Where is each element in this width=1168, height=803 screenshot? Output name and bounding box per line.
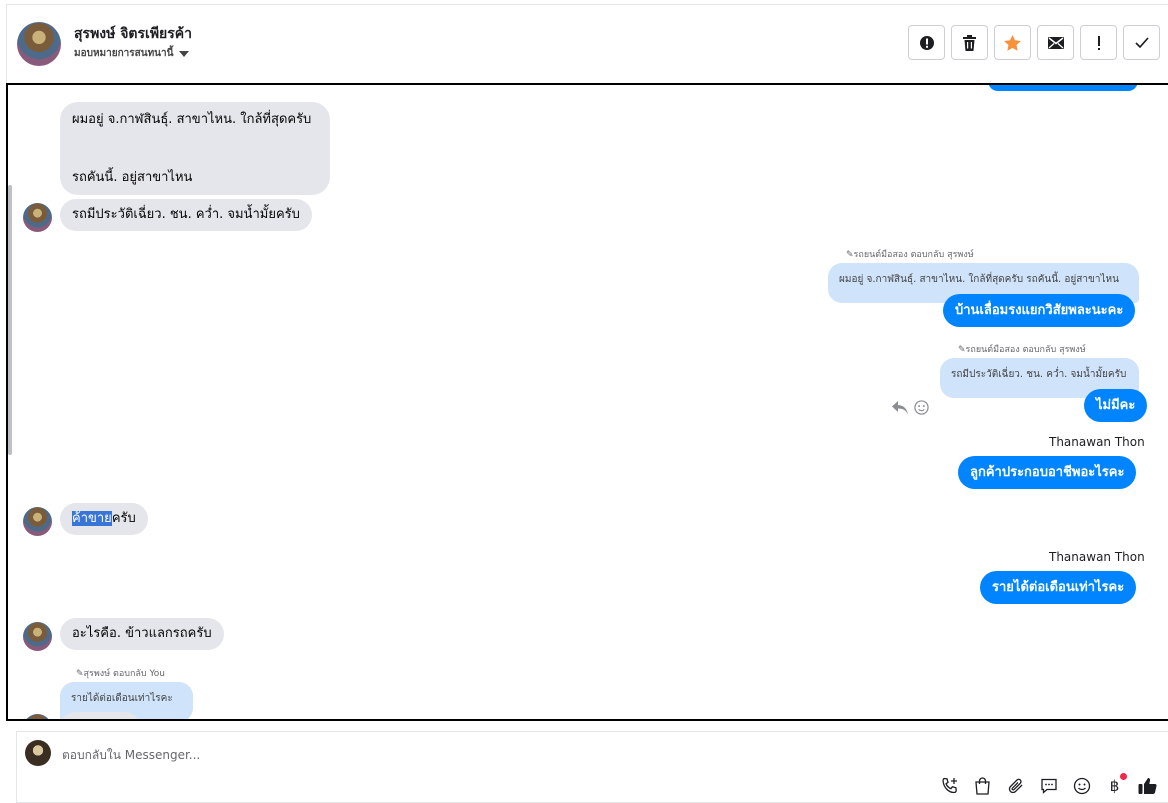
- message-text: รถคันนี้. อยู่สาขาไหน: [72, 170, 193, 185]
- conversation-toolbar: [908, 25, 1160, 60]
- contact-avatar[interactable]: [23, 507, 52, 536]
- reply-small-icon: ✎: [958, 345, 966, 355]
- reply-small-icon: ✎: [846, 250, 854, 260]
- notification-dot: [1120, 773, 1127, 780]
- chat-bubble-icon[interactable]: [1038, 775, 1059, 796]
- exclamation-icon: [1097, 35, 1100, 50]
- reply-meta: ✎รถยนต์มือสอง ตอบกลับ สุรพงษ์: [958, 345, 1086, 355]
- message-text: รถมีประวัติเฉี่ยว. ชน. คว่ำ. จมน้ำมั้ยคร…: [72, 207, 300, 222]
- contact-avatar[interactable]: [23, 203, 52, 232]
- star-button[interactable]: [994, 25, 1031, 60]
- reply-input[interactable]: ตอบกลับใน Messenger...: [62, 746, 200, 765]
- reply-meta: ✎สุรพงษ์ ตอบกลับ You: [76, 669, 166, 679]
- clipped-message-bubble[interactable]: [988, 85, 1138, 91]
- incoming-message-bubble[interactable]: รถมีประวัติเฉี่ยว. ชน. คว่ำ. จมน้ำมั้ยคร…: [60, 199, 312, 231]
- reply-small-icon: ✎: [76, 669, 84, 679]
- star-icon: [1004, 34, 1021, 51]
- envelope-icon: [1047, 36, 1064, 49]
- message-text: บ้านเลื่อมรงแยกวิสัยพละนะคะ: [955, 303, 1124, 318]
- contact-avatar[interactable]: [23, 622, 52, 651]
- check-icon: [1134, 37, 1149, 48]
- emoji-icon[interactable]: [914, 400, 929, 415]
- incoming-message-bubble[interactable]: ผมอยู่ จ.กาฬสินธุ์. สาขาไหน. ใกล้ที่สุดค…: [60, 102, 330, 195]
- incoming-message-bubble[interactable]: อะไรคือ. ข้าวแลกรถครับ: [60, 618, 224, 650]
- contact-avatar[interactable]: [23, 714, 52, 719]
- scrollbar[interactable]: [8, 185, 12, 455]
- assign-conversation-dropdown[interactable]: มอบหมายการสนทนานี้: [74, 46, 190, 61]
- incoming-message-bubble[interactable]: [60, 712, 140, 719]
- message-composer: ตอบกลับใน Messenger... ฿: [16, 731, 1168, 803]
- message-text: ลูกค้าประกอบอาชีพอะไรคะ: [970, 465, 1125, 480]
- caret-down-icon: [179, 50, 190, 57]
- inbox-app: สุรพงษ์ จิตรเพียรค้า มอบหมายการสนทนานี้: [0, 0, 1168, 803]
- report-button[interactable]: [908, 25, 945, 60]
- reply-icon[interactable]: [892, 400, 908, 415]
- selected-text: ค้าขาย: [72, 511, 112, 526]
- paperclip-icon[interactable]: [1005, 775, 1026, 796]
- message-text: อะไรคือ. ข้าวแลกรถครับ: [72, 626, 212, 641]
- alert-icon: [919, 35, 934, 50]
- message-actions: [892, 400, 929, 415]
- sender-name: Thanawan Thon: [1049, 550, 1145, 564]
- assign-label: มอบหมายการสนทนานี้: [74, 48, 174, 59]
- conversation-header: สุรพงษ์ จิตรเพียรค้า มอบหมายการสนทนานี้: [6, 4, 1168, 84]
- message-text: ไม่มีคะ: [1096, 398, 1136, 413]
- outgoing-message-bubble[interactable]: รายได้ต่อเดือนเท่าไรคะ: [980, 571, 1137, 604]
- message-text: ผมอยู่ จ.กาฬสินธุ์. สาขาไหน. ใกล้ที่สุดค…: [72, 112, 312, 127]
- call-add-icon[interactable]: [939, 775, 960, 796]
- outgoing-message-bubble[interactable]: ลูกค้าประกอบอาชีพอะไรคะ: [958, 456, 1137, 489]
- message-text: ครับ: [111, 511, 136, 526]
- outgoing-message-bubble[interactable]: บ้านเลื่อมรงแยกวิสัยพละนะคะ: [943, 294, 1136, 327]
- spam-button[interactable]: [1080, 25, 1117, 60]
- thumbs-up-icon[interactable]: [1137, 775, 1158, 796]
- outgoing-message-bubble[interactable]: ไม่มีคะ: [1084, 389, 1148, 422]
- baht-icon[interactable]: ฿: [1104, 773, 1127, 796]
- shopping-bag-icon[interactable]: [972, 775, 993, 796]
- message-text: รายได้ต่อเดือนเท่าไรคะ: [992, 580, 1125, 595]
- contact-name[interactable]: สุรพงษ์ จิตรเพียรค้า: [74, 23, 192, 45]
- reply-meta: ✎รถยนต์มือสอง ตอบกลับ สุรพงษ์: [846, 250, 974, 260]
- smiley-icon[interactable]: [1071, 775, 1092, 796]
- contact-avatar[interactable]: [17, 22, 61, 66]
- page-avatar: [25, 740, 51, 766]
- trash-icon: [963, 34, 976, 51]
- mark-unread-button[interactable]: [1037, 25, 1074, 60]
- delete-button[interactable]: [951, 25, 988, 60]
- sender-name: Thanawan Thon: [1049, 435, 1145, 449]
- composer-actions: ฿: [939, 773, 1158, 796]
- mark-done-button[interactable]: [1123, 25, 1160, 60]
- incoming-message-bubble[interactable]: ค้าขายครับ: [60, 503, 148, 535]
- message-thread[interactable]: ผมอยู่ จ.กาฬสินธุ์. สาขาไหน. ใกล้ที่สุดค…: [6, 83, 1168, 721]
